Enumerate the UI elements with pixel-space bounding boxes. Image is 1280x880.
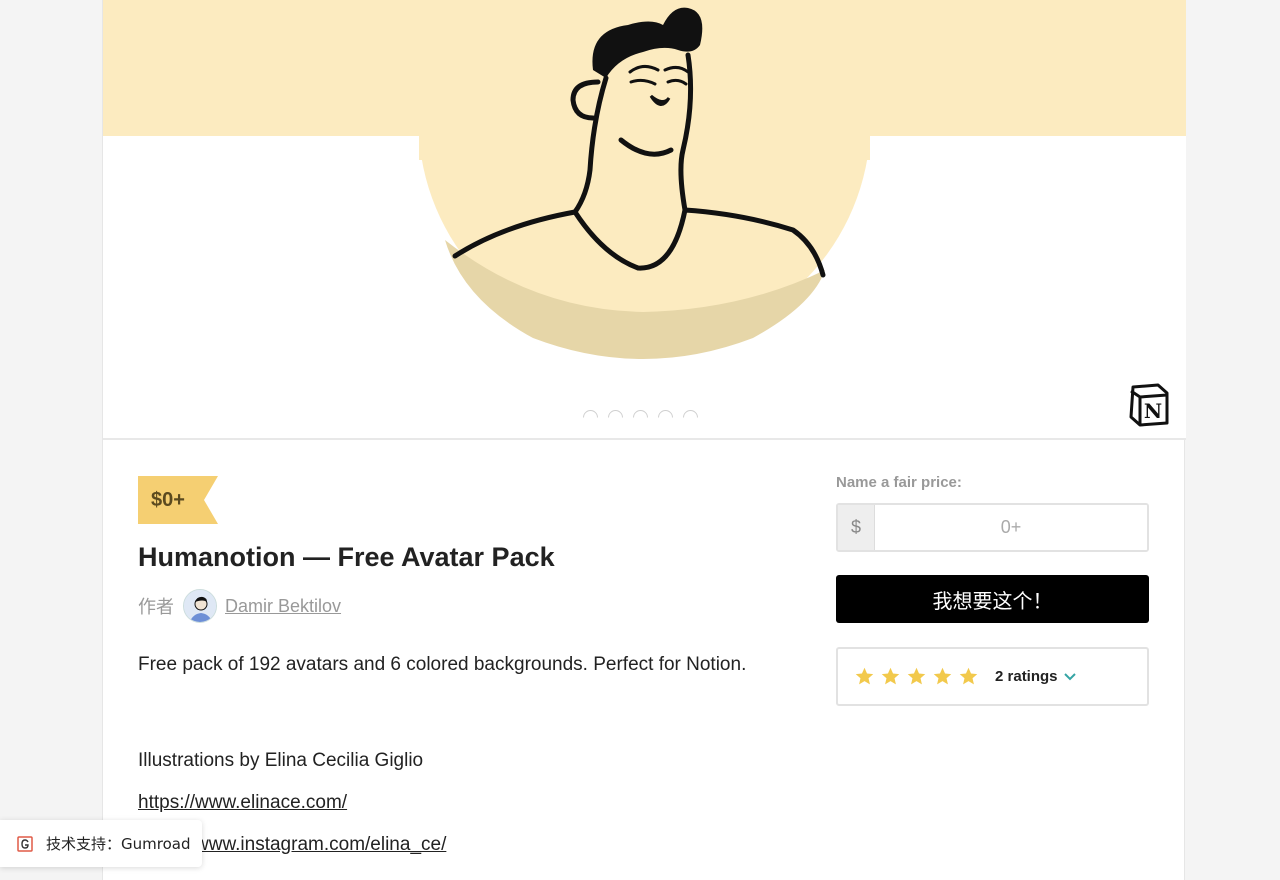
purchase-panel: Name a fair price: $ 我想要这个！ 2 ratings <box>836 474 1149 706</box>
author-avatar[interactable] <box>183 589 217 623</box>
product-cover-carousel[interactable]: N <box>103 0 1186 440</box>
carousel-dots <box>583 410 698 425</box>
star-icon <box>855 667 874 685</box>
star-icon <box>881 667 900 685</box>
ratings-summary[interactable]: 2 ratings <box>836 647 1149 706</box>
star-icon <box>959 667 978 685</box>
powered-by-label: 技术支持：Gumroad <box>46 835 191 853</box>
price-badge: $0+ <box>138 476 218 524</box>
carousel-dot[interactable] <box>633 410 648 418</box>
price-label: Name a fair price: <box>836 474 962 491</box>
carousel-dot[interactable] <box>658 410 673 418</box>
product-title: Humanotion — Free Avatar Pack <box>138 542 555 572</box>
gumroad-powered-badge[interactable]: 技术支持：Gumroad <box>0 820 202 867</box>
product-description: Free pack of 192 avatars and 6 colored b… <box>138 654 747 675</box>
star-icon <box>907 667 926 685</box>
price-badge-label: $0+ <box>151 489 185 511</box>
carousel-dot[interactable] <box>608 410 623 418</box>
svg-text:N: N <box>1144 399 1162 423</box>
price-input-group: $ <box>836 503 1149 552</box>
ratings-count: 2 ratings <box>995 668 1058 685</box>
author-link[interactable]: Damir Bektilov <box>225 596 341 617</box>
star-icon <box>933 667 952 685</box>
illustrator-credit: Illustrations by Elina Cecilia Giglio <box>138 750 424 771</box>
rating-stars <box>854 666 979 687</box>
chevron-down-icon <box>1063 672 1076 680</box>
website-link[interactable]: https://www.elinace.com/ <box>138 792 347 814</box>
byline-prefix: 作者 <box>138 597 174 617</box>
author-byline: 作者 Damir Bektilov <box>138 588 341 624</box>
carousel-dot[interactable] <box>583 410 598 418</box>
notion-logo-icon: N <box>1129 383 1169 427</box>
gumroad-icon <box>17 835 33 852</box>
product-card: N $0+ Humanotion — Free Avatar Pack 作者 D… <box>102 0 1186 880</box>
currency-symbol: $ <box>838 505 875 550</box>
carousel-dot[interactable] <box>683 410 698 418</box>
avatar-illustration <box>103 0 1186 359</box>
buy-button[interactable]: 我想要这个！ <box>836 575 1149 623</box>
price-input[interactable] <box>875 505 1147 550</box>
